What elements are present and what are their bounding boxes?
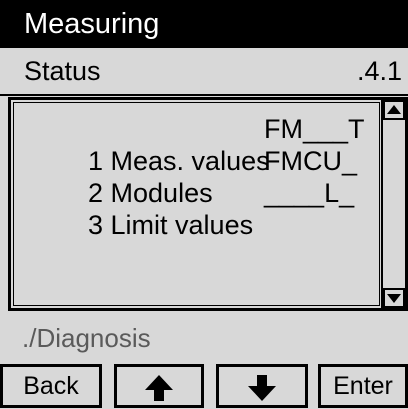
scroll-down-button[interactable] <box>383 288 405 308</box>
list-item-limit-values[interactable]: 3 Limit values ____L_ <box>28 177 388 305</box>
scroll-up-icon <box>387 105 401 114</box>
list-item-code: FM___T <box>264 114 365 144</box>
list-item-code: ____L_ <box>264 178 355 208</box>
list-item-code: FMCU_ <box>264 146 357 176</box>
status-bar: Status .4.1 <box>0 48 408 96</box>
enter-button[interactable]: Enter <box>318 364 408 408</box>
arrow-up-icon <box>145 375 173 401</box>
scroll-down-icon <box>387 294 401 303</box>
page-title: Measuring <box>24 8 160 40</box>
up-button[interactable] <box>114 364 204 408</box>
scrollbar[interactable] <box>381 100 405 308</box>
arrow-down-icon <box>248 375 276 401</box>
back-button[interactable]: Back <box>0 364 102 408</box>
device-screen: Measuring Status .4.1 1 Meas. values FM_… <box>0 0 408 409</box>
list-item-label: 3 Limit values <box>88 210 254 240</box>
breadcrumb: ./Diagnosis <box>22 323 151 353</box>
status-label: Status <box>24 56 101 86</box>
enter-button-label: Enter <box>333 372 393 400</box>
scroll-up-button[interactable] <box>383 100 405 120</box>
back-button-label: Back <box>23 372 79 400</box>
down-button[interactable] <box>216 364 308 408</box>
status-position: .4.1 <box>356 56 402 86</box>
menu-list: 1 Meas. values FM___T 2 Modules FMCU_ 3 … <box>8 97 408 311</box>
title-bar: Measuring <box>0 0 408 48</box>
menu-list-area: 1 Meas. values FM___T 2 Modules FMCU_ 3 … <box>13 102 380 306</box>
